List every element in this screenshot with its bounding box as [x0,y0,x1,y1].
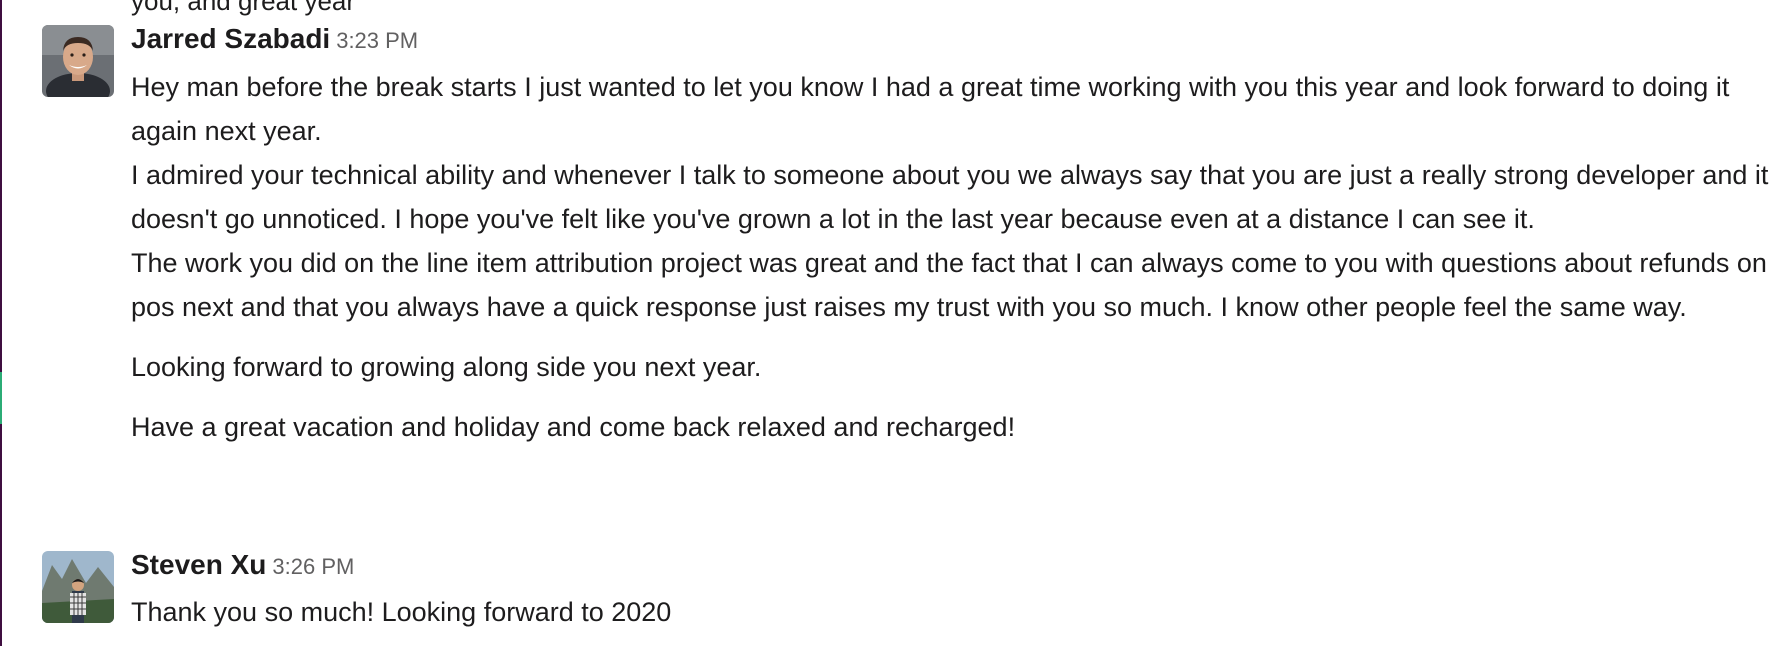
sender-name[interactable]: Jarred Szabadi [131,23,330,54]
message-body: Thank you so much! Looking forward to 20… [131,590,1771,634]
message-body: Hey man before the break starts I just w… [131,65,1771,449]
sender-name[interactable]: Steven Xu [131,549,266,580]
message-timestamp[interactable]: 3:26 PM [272,554,354,579]
message-paragraph: Looking forward to growing along side yo… [131,352,762,382]
message-paragraph: Have a great vacation and holiday and co… [131,412,1016,442]
person-outdoors-avatar-icon[interactable] [42,551,114,623]
message-paragraph: Hey man before the break starts I just w… [131,72,1730,146]
person-avatar-icon[interactable] [42,25,114,97]
message-header: Steven Xu 3:26 PM [131,549,354,581]
message-paragraph: The work you did on the line item attrib… [131,248,1767,322]
unread-indicator [0,372,2,424]
message-header: Jarred Szabadi 3:23 PM [131,23,418,55]
message-timestamp[interactable]: 3:23 PM [336,28,418,53]
channel-sidebar-edge [0,0,2,646]
message-paragraph: I admired your technical ability and whe… [131,160,1769,234]
message-paragraph: Thank you so much! Looking forward to 20… [131,597,672,627]
previous-message-fragment: you, and great year [131,0,356,16]
